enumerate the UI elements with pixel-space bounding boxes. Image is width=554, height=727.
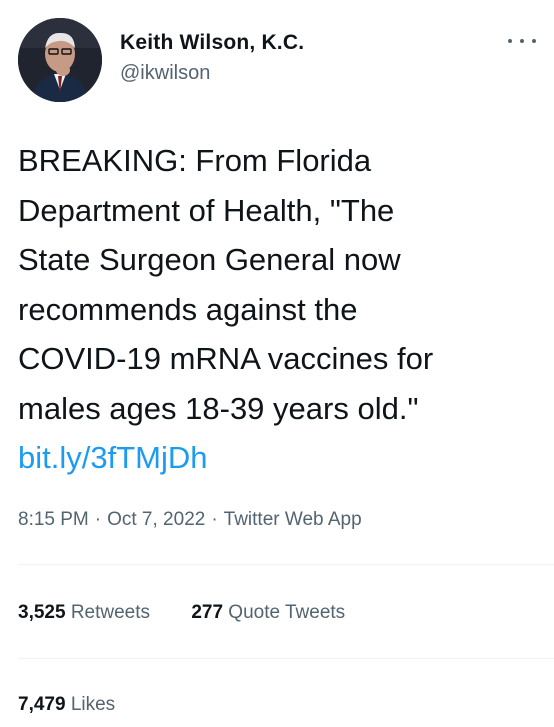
dot: [520, 39, 524, 43]
quote-tweets-stat[interactable]: 277 Quote Tweets: [191, 602, 345, 623]
tweet-header: Keith Wilson, K.C. @ikwilson: [18, 18, 536, 102]
avatar[interactable]: [18, 18, 102, 102]
meta-separator: ·: [211, 509, 218, 530]
tweet-source[interactable]: Twitter Web App: [224, 509, 362, 530]
tweet-date[interactable]: Oct 7, 2022: [107, 509, 205, 530]
tweet-text-line: Department of Health, "The: [18, 192, 395, 228]
likes-row: 7,479 Likes: [18, 690, 151, 720]
author-names: Keith Wilson, K.C. @ikwilson: [120, 30, 304, 86]
tweet-time[interactable]: 8:15 PM: [18, 509, 89, 530]
dot: [508, 39, 512, 43]
tweet-stats-row: 3,525 Retweets 277 Quote Tweets: [18, 598, 381, 628]
retweets-label: Retweets: [70, 602, 151, 623]
quote-tweets-count: 277: [191, 602, 224, 623]
retweets-stat[interactable]: 3,525 Retweets: [18, 602, 150, 623]
likes-stat[interactable]: 7,479 Likes: [18, 694, 115, 715]
tweet-text-line: recommends against the: [18, 291, 358, 327]
tweet-link[interactable]: bit.ly/3fTMjDh: [18, 440, 207, 475]
retweets-count: 3,525: [18, 602, 66, 623]
dot: [532, 39, 536, 43]
divider: [18, 564, 554, 565]
likes-label: Likes: [70, 694, 116, 715]
quote-tweets-label: Quote Tweets: [228, 602, 346, 623]
tweet-text-line: males ages 18-39 years old.": [18, 390, 419, 426]
meta-separator: ·: [94, 509, 102, 530]
likes-count: 7,479: [18, 694, 66, 715]
divider: [18, 658, 554, 659]
tweet-text-line: BREAKING: From Florida: [18, 143, 372, 178]
tweet-text: BREAKING: From Florida Department of Hea…: [18, 136, 548, 483]
tweet-meta: 8:15 PM · Oct 7, 2022 · Twitter Web App: [18, 505, 362, 535]
tweet-text-line: COVID-19 mRNA vaccines for: [18, 341, 434, 376]
more-icon[interactable]: [508, 32, 536, 50]
user-handle[interactable]: @ikwilson: [120, 60, 304, 86]
tweet-text-line: State Surgeon General now: [18, 242, 401, 277]
avatar-photo: [18, 18, 102, 102]
display-name[interactable]: Keith Wilson, K.C.: [120, 30, 304, 56]
